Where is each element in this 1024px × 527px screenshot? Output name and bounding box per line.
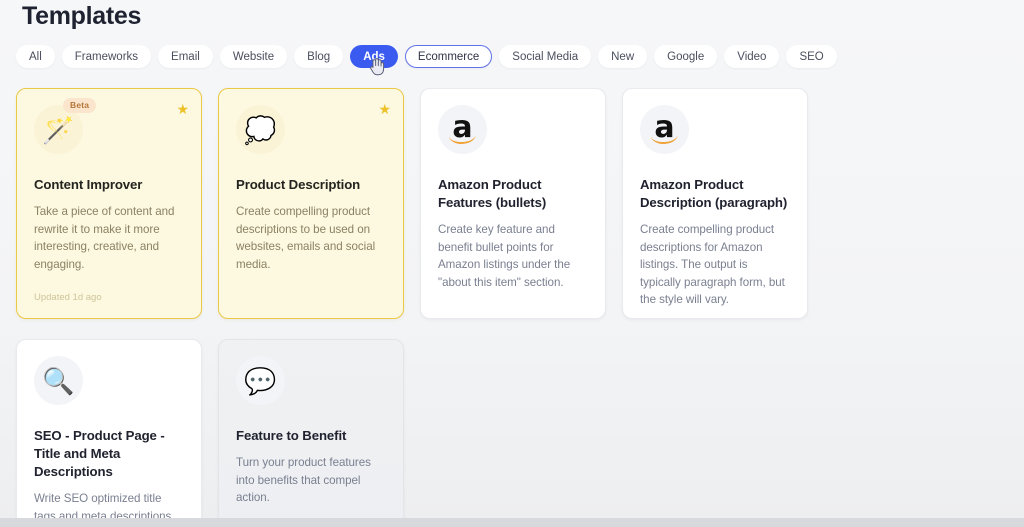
filter-pill-frameworks[interactable]: Frameworks bbox=[61, 44, 152, 68]
card-title: Product Description bbox=[236, 177, 361, 192]
beta-badge: Beta bbox=[63, 98, 97, 113]
magic-wand-icon: 🪄 bbox=[42, 114, 75, 145]
filter-pill-new[interactable]: New bbox=[598, 44, 648, 68]
template-card[interactable]: 🪄 Beta ★ Content Improver Take a piece of co… bbox=[16, 88, 202, 319]
templates-grid: 🪄 Beta ★ Content Improver Take a piece of co… bbox=[16, 88, 1014, 527]
filter-pill-ads[interactable]: Ads bbox=[350, 44, 398, 68]
card-description: Turn your product features into benefits… bbox=[236, 456, 371, 504]
filter-pill-social-media[interactable]: Social Media bbox=[499, 44, 592, 68]
card-description: Take a piece of content and rewrite it t… bbox=[34, 205, 175, 271]
card-updated-timestamp: Updated 1d ago bbox=[34, 292, 102, 303]
magnifying-glass-icon: 🔍 bbox=[42, 365, 75, 396]
template-card[interactable]: 💭 ★ Product Description Create compelling p… bbox=[218, 88, 404, 319]
card-icon-wrapper: 🔍 bbox=[34, 356, 83, 405]
filter-pill-google[interactable]: Google bbox=[654, 44, 718, 68]
filter-pill-email[interactable]: Email bbox=[158, 44, 213, 68]
filter-pill-website[interactable]: Website bbox=[219, 44, 288, 68]
card-icon-wrapper: 💭 bbox=[236, 105, 285, 154]
template-card[interactable]: a Amazon Product Description (paragraph) C… bbox=[622, 88, 808, 319]
card-title: SEO - Product Page - Title and Meta Desc… bbox=[34, 428, 165, 479]
card-icon-wrapper: a bbox=[438, 105, 487, 154]
card-description: Create compelling product descriptions t… bbox=[236, 205, 376, 271]
favorite-star-icon[interactable]: ★ bbox=[176, 102, 189, 116]
card-icon-wrapper: 💬 bbox=[236, 356, 285, 405]
card-title: Feature to Benefit bbox=[236, 428, 347, 443]
filter-pill-blog[interactable]: Blog bbox=[294, 44, 344, 68]
card-description: Create compelling product descriptions f… bbox=[640, 223, 785, 306]
favorite-star-icon[interactable]: ★ bbox=[378, 102, 391, 116]
thought-bubble-icon: 💭 bbox=[244, 114, 277, 145]
filter-pill-video[interactable]: Video bbox=[724, 44, 780, 68]
template-card[interactable]: 💬 Feature to Benefit Turn your product fea… bbox=[218, 339, 404, 527]
speech-bubble-icon: 💬 bbox=[244, 365, 277, 396]
filter-pill-all[interactable]: All bbox=[16, 44, 55, 68]
card-icon-wrapper: 🪄 Beta bbox=[34, 98, 97, 154]
templates-page: Templates All Frameworks Email Website Blog A… bbox=[0, 0, 1024, 527]
card-icon-wrapper: a bbox=[640, 105, 689, 154]
bottom-edge-band bbox=[0, 518, 1024, 527]
template-card[interactable]: 🔍 SEO - Product Page - Title and Meta Des… bbox=[16, 339, 202, 527]
card-title: Content Improver bbox=[34, 177, 143, 192]
card-title: Amazon Product Features (bullets) bbox=[438, 177, 547, 210]
filter-pill-bar: All Frameworks Email Website Blog Ads Ecommerc… bbox=[16, 44, 837, 68]
template-card[interactable]: a Amazon Product Features (bullets) Create… bbox=[420, 88, 606, 319]
filter-pill-ecommerce[interactable]: Ecommerce bbox=[404, 44, 493, 68]
filter-pill-seo[interactable]: SEO bbox=[786, 44, 837, 68]
card-title: Amazon Product Description (paragraph) bbox=[640, 177, 788, 210]
page-title: Templates bbox=[22, 2, 142, 30]
card-description: Create key feature and benefit bullet po… bbox=[438, 223, 571, 289]
